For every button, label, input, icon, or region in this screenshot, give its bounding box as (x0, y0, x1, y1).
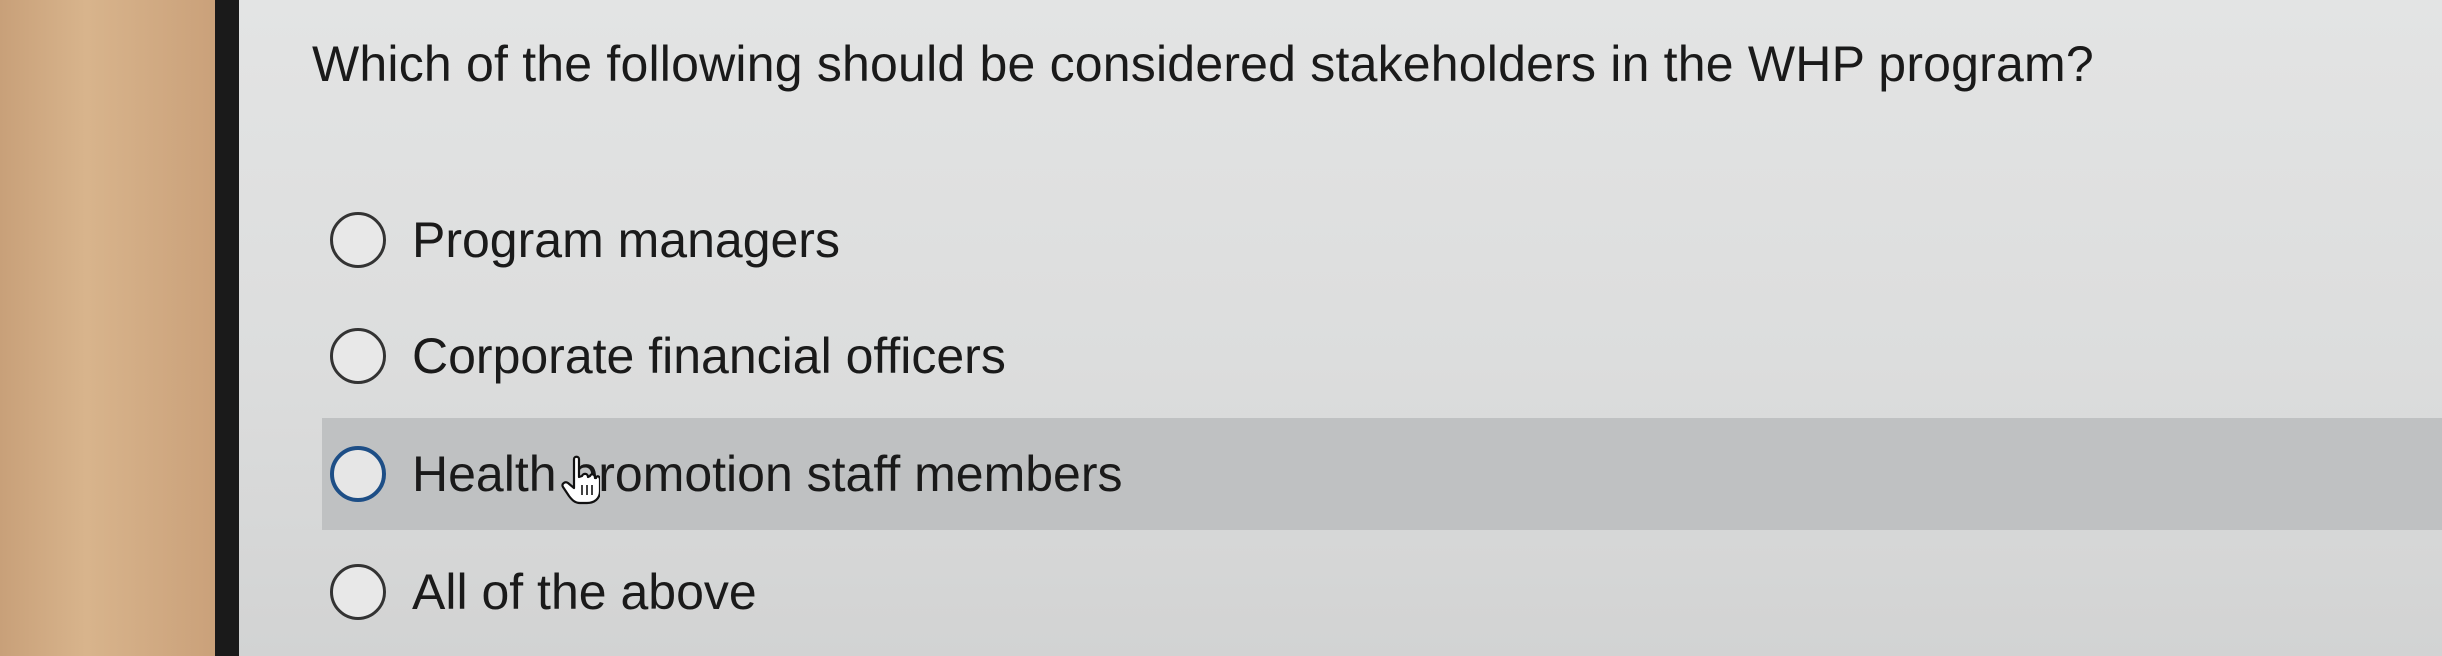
radio-button-icon[interactable] (330, 446, 386, 502)
hand-pointer-icon (561, 455, 600, 505)
question-text: Which of the following should be conside… (312, 36, 2094, 92)
option-label: All of the above (412, 564, 757, 620)
monitor-bezel (215, 0, 239, 656)
desk-background (0, 0, 215, 656)
option-label: Corporate financial officers (412, 328, 1006, 384)
option-all-of-the-above[interactable]: All of the above (322, 536, 757, 648)
radio-button-icon[interactable] (330, 564, 386, 620)
option-health-promotion-staff[interactable]: Health promotion staff members (322, 418, 2442, 530)
radio-button-icon[interactable] (330, 328, 386, 384)
option-program-managers[interactable]: Program managers (322, 184, 840, 296)
option-label: Program managers (412, 212, 840, 268)
option-corporate-financial-officers[interactable]: Corporate financial officers (322, 300, 1006, 412)
photo-scene: Which of the following should be conside… (0, 0, 2442, 656)
radio-button-icon[interactable] (330, 212, 386, 268)
option-label: Health promotion staff members (412, 446, 1123, 502)
